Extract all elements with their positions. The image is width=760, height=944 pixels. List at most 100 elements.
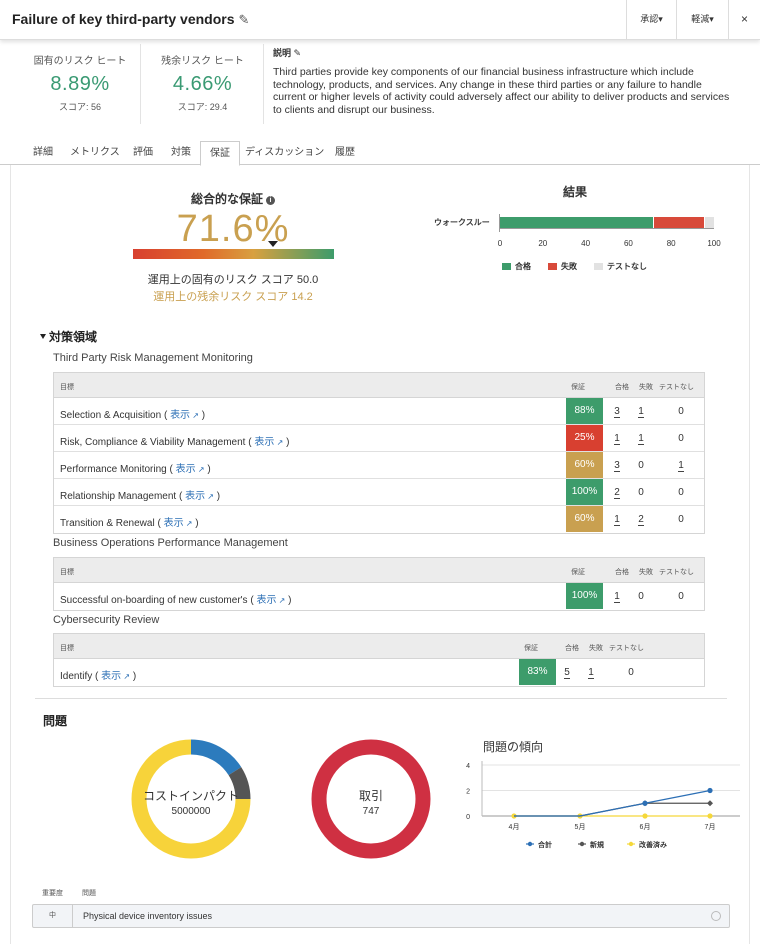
pass-count-value[interactable]: 2 bbox=[614, 487, 620, 499]
donut-slice[interactable] bbox=[190, 739, 242, 776]
view-link[interactable]: 表示 ↗ bbox=[176, 464, 205, 475]
control-name: Identify ( 表示 ↗ ) bbox=[60, 667, 136, 682]
legend-label[interactable]: 新規 bbox=[590, 840, 604, 849]
control-group-title: Business Operations Performance Manageme… bbox=[53, 537, 288, 549]
data-point[interactable] bbox=[707, 787, 713, 794]
approve-dropdown[interactable]: 承認▾ bbox=[626, 0, 676, 39]
data-point[interactable] bbox=[707, 813, 713, 819]
control-name-text: Successful on-boarding of new customer's bbox=[60, 595, 248, 606]
col-pass: 合格 bbox=[565, 645, 579, 652]
untested-count: 0 bbox=[673, 433, 689, 444]
fail-count: 1 bbox=[583, 667, 599, 679]
paren: ( bbox=[154, 518, 164, 529]
overall-assurance: 総合的な保証 i 71.6% bbox=[133, 190, 333, 251]
fail-count-value[interactable]: 1 bbox=[638, 406, 644, 418]
bar-pass[interactable] bbox=[500, 217, 655, 228]
tab-assessment[interactable]: 評価 bbox=[124, 141, 162, 165]
fail-count-value[interactable]: 1 bbox=[638, 433, 644, 445]
data-point[interactable] bbox=[707, 800, 713, 807]
tab-history[interactable]: 履歴 bbox=[326, 141, 364, 165]
caret-down-icon[interactable] bbox=[40, 334, 46, 339]
untested-count-value: 0 bbox=[678, 433, 684, 444]
untested-count: 0 bbox=[673, 514, 689, 525]
x-tick-label: 20 bbox=[538, 239, 548, 248]
view-link[interactable]: 表示 ↗ bbox=[164, 518, 193, 529]
assurance-badge: 25% bbox=[566, 425, 603, 451]
data-point[interactable] bbox=[642, 813, 648, 819]
tab-controls[interactable]: 対策 bbox=[162, 141, 200, 165]
col-target: 目標 bbox=[60, 569, 74, 576]
edit-icon[interactable]: ✎ bbox=[294, 48, 302, 58]
assurance-marker-icon bbox=[268, 241, 278, 247]
pass-count-value[interactable]: 1 bbox=[614, 514, 620, 526]
pass-count-value[interactable]: 1 bbox=[614, 433, 620, 445]
view-link-text: 表示 bbox=[163, 518, 184, 529]
untested-count-value: 0 bbox=[628, 667, 634, 678]
circle-icon[interactable] bbox=[711, 911, 721, 921]
assurance-badge: 100% bbox=[566, 479, 603, 505]
assurance-gradient-bar bbox=[133, 249, 334, 259]
bar-fail[interactable] bbox=[654, 217, 706, 228]
issue-name[interactable]: Physical device inventory issues bbox=[83, 911, 212, 921]
col-fail: 失敗 bbox=[639, 569, 653, 576]
tab-details[interactable]: 詳細 bbox=[24, 141, 62, 165]
fail-count-value: 0 bbox=[638, 591, 644, 602]
fail-count: 0 bbox=[633, 487, 649, 498]
control-table: 目標 保証 合格 失敗 テストなし Successful on-boarding of n… bbox=[53, 557, 705, 611]
fail-count-value[interactable]: 2 bbox=[638, 514, 644, 526]
x-tick-label: 80 bbox=[666, 239, 676, 248]
tab-discussion[interactable]: ディスカッション bbox=[236, 141, 333, 165]
assurance-badge: 100% bbox=[566, 583, 603, 609]
view-link-text: 表示 bbox=[254, 437, 275, 448]
issues-title: 問題 bbox=[43, 714, 68, 728]
pass-count-value[interactable]: 3 bbox=[614, 406, 620, 418]
bar-untested[interactable] bbox=[705, 217, 714, 228]
tab-metrics[interactable]: メトリクス bbox=[61, 141, 129, 165]
close-button[interactable]: × bbox=[728, 0, 760, 39]
view-link[interactable]: 表示 ↗ bbox=[185, 491, 214, 502]
fail-count: 0 bbox=[633, 591, 649, 602]
control-name-text: Selection & Acquisition bbox=[60, 410, 162, 421]
pass-count-value[interactable]: 1 bbox=[614, 591, 620, 603]
view-link[interactable]: 表示 ↗ bbox=[254, 437, 283, 448]
data-point[interactable] bbox=[642, 800, 648, 806]
edit-icon[interactable]: ✎ bbox=[239, 12, 250, 28]
issue-trend-chart: 0 2 4 4月 5月 6月 7月合計 新規 改善済み bbox=[466, 761, 740, 849]
pass-count-value[interactable]: 5 bbox=[564, 667, 570, 679]
legend-label[interactable]: 改善済み bbox=[639, 840, 667, 849]
paren: ( bbox=[166, 464, 176, 475]
transactions-label: 取引 bbox=[358, 789, 383, 803]
tab-assurance[interactable]: 保証 bbox=[200, 141, 240, 166]
untested-count-value[interactable]: 1 bbox=[678, 460, 684, 472]
info-icon[interactable]: i bbox=[266, 196, 275, 205]
untested-count: 0 bbox=[673, 591, 689, 602]
issue-row[interactable]: 中 Physical device inventory issues bbox=[32, 904, 730, 928]
tab-bar: 詳細 メトリクス 評価 対策 保証 ディスカッション 履歴 bbox=[0, 141, 760, 166]
fail-count-value[interactable]: 1 bbox=[588, 667, 594, 679]
legend-swatch bbox=[548, 263, 557, 270]
x-tick-label: 6月 bbox=[640, 823, 651, 831]
issues-col-issue: 問題 bbox=[82, 890, 96, 897]
residual-risk-card: 残余リスク ヒート 4.66% スコア: 29.4 bbox=[145, 40, 260, 113]
control-table: 目標 保証 合格 失敗 テストなし Identify ( 表示 ↗ ) 83% 5 1 0 bbox=[53, 633, 705, 687]
legend-fail: 失敗 bbox=[548, 261, 577, 272]
col-assurance: 保証 bbox=[571, 384, 585, 391]
view-link[interactable]: 表示 ↗ bbox=[170, 410, 199, 421]
view-link-text: 表示 bbox=[170, 410, 191, 421]
legend-label[interactable]: 合計 bbox=[537, 840, 552, 849]
mitigate-dropdown[interactable]: 軽減▾ bbox=[676, 0, 728, 39]
paren: ) bbox=[130, 671, 137, 682]
col-assurance: 保証 bbox=[571, 569, 585, 576]
view-link[interactable]: 表示 ↗ bbox=[101, 671, 130, 682]
residual-risk-score-text: 運用上の残余リスク スコア 14.2 bbox=[153, 291, 313, 303]
pass-count-value[interactable]: 3 bbox=[614, 460, 620, 472]
control-table: 目標 保証 合格 失敗 テストなし Selection & Acquisition ( 表… bbox=[53, 372, 705, 534]
untested-count-value: 0 bbox=[678, 487, 684, 498]
external-link-icon: ↗ bbox=[121, 672, 131, 681]
control-name: Risk, Compliance & Viability Management … bbox=[60, 433, 289, 448]
fail-count-value: 0 bbox=[638, 460, 644, 471]
controls-section-title[interactable]: 対策領域 bbox=[40, 328, 97, 345]
legend-marker bbox=[527, 841, 533, 847]
view-link[interactable]: 表示 ↗ bbox=[256, 595, 285, 606]
description-label: 説明 ✎ bbox=[273, 46, 733, 59]
